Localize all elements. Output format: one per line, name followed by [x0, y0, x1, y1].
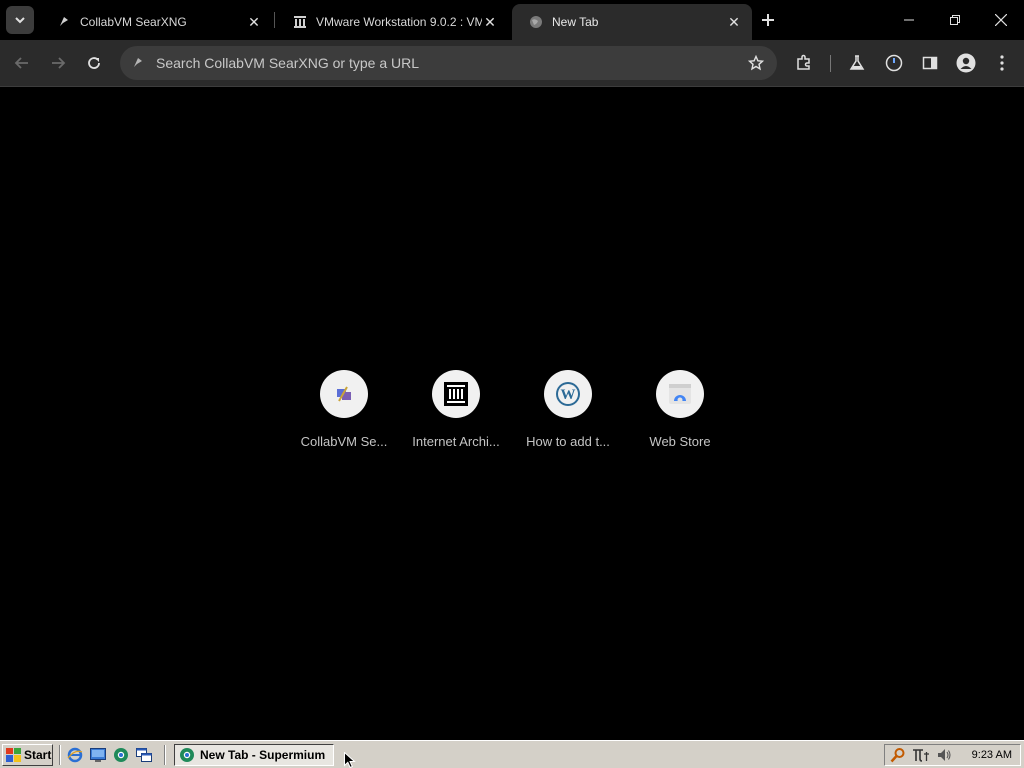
- internet-explorer-icon[interactable]: [66, 746, 84, 764]
- globe-icon: [528, 14, 544, 30]
- tab-divider: [274, 12, 275, 28]
- close-icon[interactable]: ✕: [726, 14, 742, 30]
- shortcut-tile[interactable]: Web Store: [624, 370, 736, 460]
- webstore-icon: [656, 370, 704, 418]
- minimize-button[interactable]: [886, 0, 932, 40]
- wordpress-icon: W: [544, 370, 592, 418]
- shortcut-tile[interactable]: Internet Archi...: [400, 370, 512, 460]
- reload-icon: [88, 57, 100, 69]
- shortcut-label: Internet Archi...: [412, 434, 500, 449]
- archive-icon: [432, 370, 480, 418]
- taskbar-task-button[interactable]: New Tab - Supermium: [174, 744, 334, 766]
- tab-title: CollabVM SearXNG: [80, 15, 187, 29]
- arrow-left-icon: [14, 57, 28, 69]
- shortcut-label: Web Store: [649, 434, 711, 449]
- tab-new-tab[interactable]: New Tab ✕: [512, 4, 752, 40]
- back-button[interactable]: [7, 48, 37, 78]
- arrow-right-icon: [52, 57, 66, 69]
- clock[interactable]: 9:23 AM: [972, 749, 1012, 761]
- volume-icon[interactable]: [934, 746, 954, 764]
- reload-button[interactable]: [79, 48, 109, 78]
- shortcut-tile[interactable]: CollabVM Se...: [288, 370, 400, 460]
- more-vert-icon: [1000, 55, 1004, 71]
- close-icon[interactable]: ✕: [246, 14, 262, 30]
- menu-button[interactable]: [987, 48, 1017, 78]
- minimize-icon: [904, 19, 914, 21]
- omnibox[interactable]: [120, 46, 777, 80]
- restore-button[interactable]: [932, 0, 978, 40]
- collabvm-icon: [320, 370, 368, 418]
- chevron-down-icon: [15, 17, 25, 24]
- taskbar: Start New Tab - Supermium 9:23 AM: [0, 740, 1024, 768]
- performance-button[interactable]: [879, 48, 909, 78]
- labs-button[interactable]: [842, 48, 872, 78]
- tab-title: VMware Workstation 9.0.2 : VMware: [316, 15, 482, 29]
- puzzle-icon: [797, 54, 810, 70]
- shortcut-label: How to add t...: [526, 434, 610, 449]
- shortcut-tile[interactable]: W How to add t...: [512, 370, 624, 460]
- new-tab-page: CollabVM Se... Internet Archi... W How t…: [0, 87, 1024, 740]
- archive-icon: [292, 14, 308, 30]
- input-method-icon[interactable]: [911, 746, 931, 764]
- omnibox-input[interactable]: [156, 55, 741, 71]
- supermium-icon: [180, 748, 194, 762]
- system-tray: 9:23 AM: [884, 744, 1021, 766]
- shortcut-label: CollabVM Se...: [300, 434, 388, 449]
- new-tab-button[interactable]: [756, 8, 780, 32]
- task-label: New Tab - Supermium: [200, 748, 326, 762]
- collabvm-icon: [56, 14, 72, 30]
- tab-search-button[interactable]: [6, 6, 34, 34]
- toolbar-divider: [830, 55, 831, 72]
- close-icon[interactable]: ✕: [482, 14, 498, 30]
- search-tray-icon[interactable]: [888, 746, 908, 764]
- close-icon: [995, 14, 1007, 26]
- start-label: Start: [24, 748, 52, 762]
- plus-icon: [762, 14, 774, 26]
- show-desktop-icon[interactable]: [89, 746, 107, 764]
- toolbar-grip: [164, 745, 166, 765]
- avatar-icon: [956, 53, 976, 73]
- toolbar-grip: [59, 745, 61, 765]
- profile-button[interactable]: [951, 48, 981, 78]
- forward-button[interactable]: [43, 48, 73, 78]
- mouse-cursor-icon: [344, 752, 356, 768]
- gauge-icon: [885, 54, 903, 72]
- side-panel-button[interactable]: [915, 48, 945, 78]
- search-engine-icon: [128, 56, 148, 70]
- restore-icon: [950, 15, 960, 25]
- tab-collabvm[interactable]: CollabVM SearXNG ✕: [40, 4, 272, 40]
- tab-vmware[interactable]: VMware Workstation 9.0.2 : VMware ✕: [276, 4, 508, 40]
- svg-text:W: W: [561, 387, 576, 403]
- extensions-button[interactable]: [789, 48, 819, 78]
- windows-flag-icon: [6, 748, 21, 762]
- supermium-icon[interactable]: [112, 746, 130, 764]
- close-window-button[interactable]: [978, 0, 1024, 40]
- bookmark-star-icon[interactable]: [741, 48, 771, 78]
- flask-icon: [849, 55, 865, 70]
- tab-strip: CollabVM SearXNG ✕ VMware Workstation 9.…: [0, 0, 1024, 40]
- window-switcher-icon[interactable]: [135, 746, 153, 764]
- start-button[interactable]: Start: [2, 744, 53, 766]
- tab-title: New Tab: [552, 15, 599, 29]
- toolbar: [0, 40, 1024, 87]
- side-panel-icon: [922, 56, 938, 70]
